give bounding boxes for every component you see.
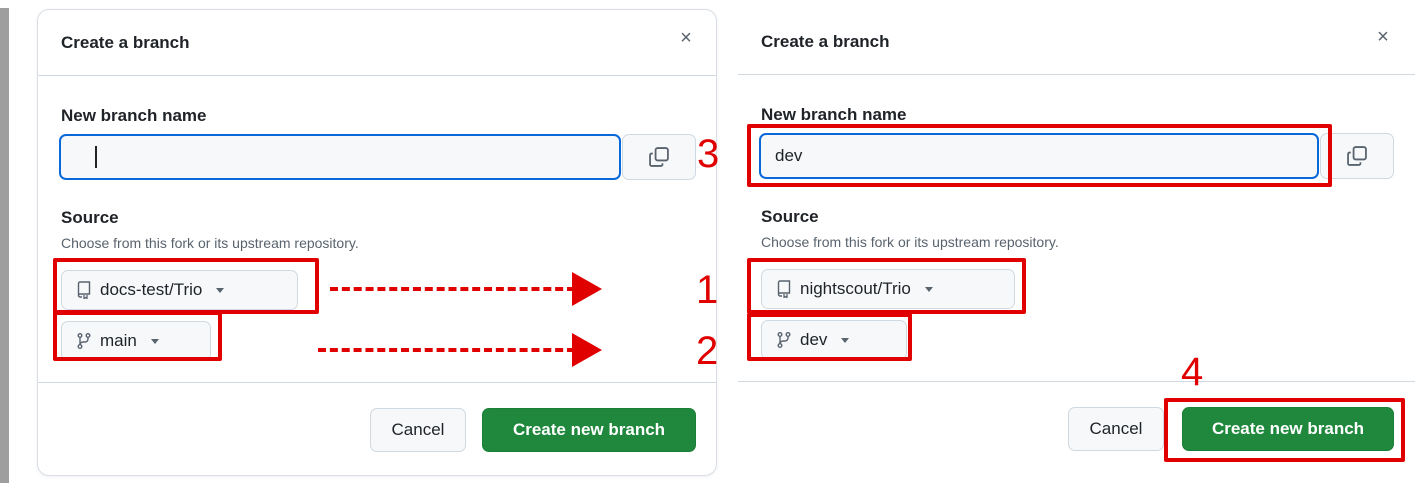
footer-divider bbox=[38, 382, 716, 383]
cancel-button[interactable]: Cancel bbox=[1068, 407, 1164, 451]
text-cursor bbox=[95, 146, 97, 168]
step-number-3: 3 bbox=[697, 132, 720, 176]
new-branch-name-label: New branch name bbox=[61, 106, 207, 125]
step-number-1: 1 bbox=[696, 268, 719, 312]
source-label: Source bbox=[61, 208, 119, 227]
branch-name-input[interactable] bbox=[759, 133, 1319, 179]
source-help-text: Choose from this fork or its upstream re… bbox=[761, 234, 1059, 250]
step-number-2: 2 bbox=[696, 329, 719, 373]
repository-select-value: docs-test/Trio bbox=[100, 280, 203, 299]
branch-select-value: dev bbox=[800, 330, 828, 349]
repository-select[interactable]: nightscout/Trio bbox=[761, 269, 1015, 309]
repository-select[interactable]: docs-test/Trio bbox=[61, 270, 298, 310]
repo-icon bbox=[777, 280, 791, 298]
copy-button[interactable] bbox=[622, 134, 696, 180]
branch-select[interactable]: main bbox=[61, 321, 211, 361]
new-branch-name-label: New branch name bbox=[761, 105, 907, 124]
git-branch-icon bbox=[77, 333, 91, 349]
chevron-down-icon bbox=[841, 337, 850, 343]
close-icon[interactable]: × bbox=[674, 26, 698, 50]
cancel-button[interactable]: Cancel bbox=[370, 408, 466, 452]
dialog-header: Create a branch × bbox=[38, 10, 716, 76]
chevron-down-icon bbox=[216, 287, 225, 293]
source-help-text: Choose from this fork or its upstream re… bbox=[61, 235, 359, 251]
repo-icon bbox=[77, 281, 91, 299]
step-number-4: 4 bbox=[1181, 350, 1204, 394]
repository-select-value: nightscout/Trio bbox=[800, 279, 911, 298]
footer-divider bbox=[738, 381, 1415, 382]
arrowhead-2 bbox=[572, 333, 602, 367]
close-icon[interactable]: × bbox=[1371, 25, 1395, 49]
source-label: Source bbox=[761, 207, 819, 226]
chevron-down-icon bbox=[924, 286, 933, 292]
git-branch-icon bbox=[777, 332, 791, 348]
arrowhead-1 bbox=[572, 272, 602, 306]
copy-icon bbox=[649, 147, 669, 167]
create-new-branch-button[interactable]: Create new branch bbox=[1182, 407, 1394, 451]
branch-select[interactable]: dev bbox=[761, 320, 907, 360]
dashed-arrow-line-1 bbox=[330, 287, 575, 291]
create-branch-dialog-after: Create a branch × New branch name Source… bbox=[738, 9, 1415, 476]
copy-button[interactable] bbox=[1320, 133, 1394, 179]
dashed-arrow-line-2 bbox=[318, 348, 575, 352]
chevron-down-icon bbox=[150, 338, 159, 344]
branch-name-input[interactable] bbox=[59, 134, 621, 180]
dialog-title: Create a branch bbox=[761, 32, 890, 51]
dialog-title: Create a branch bbox=[61, 33, 190, 52]
copy-icon bbox=[1347, 146, 1367, 166]
left-edge-bar bbox=[0, 8, 9, 483]
branch-select-value: main bbox=[100, 331, 137, 350]
create-new-branch-button[interactable]: Create new branch bbox=[482, 408, 696, 452]
dialog-header: Create a branch × bbox=[738, 9, 1415, 75]
create-branch-dialog-before: Create a branch × New branch name Source… bbox=[37, 9, 717, 476]
